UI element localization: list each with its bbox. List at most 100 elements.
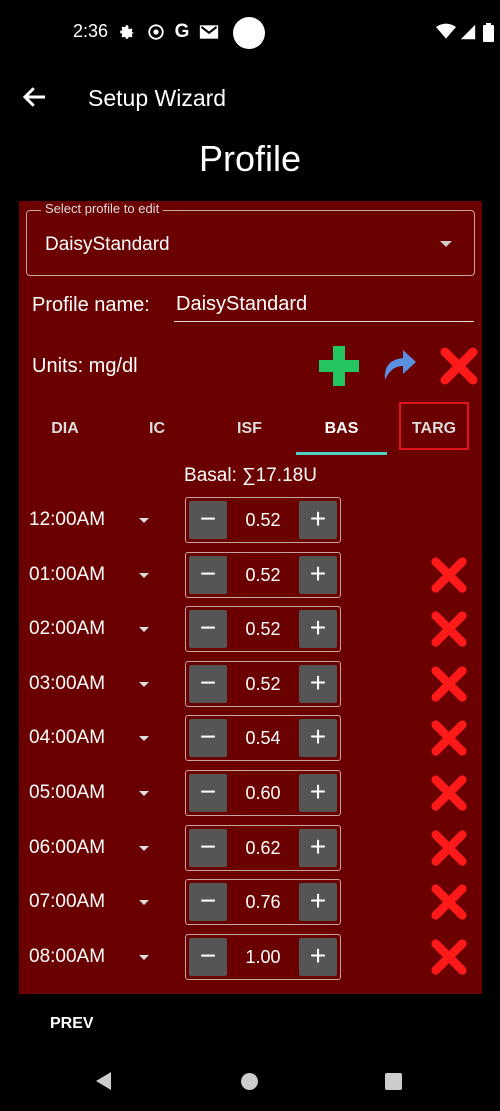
basal-time[interactable]: 07:00AM — [29, 891, 105, 913]
nav-recents-icon[interactable] — [385, 1073, 402, 1090]
nav-home-icon[interactable] — [241, 1073, 258, 1090]
basal-total: Basal: ∑17.18U — [184, 465, 317, 486]
gear-icon — [117, 22, 137, 42]
profile-select-value: DaisyStandard — [45, 234, 170, 255]
basal-row: 08:00AM −1.00 + — [19, 933, 482, 983]
time-dropdown-caret-icon[interactable] — [139, 954, 149, 960]
decrement-button[interactable]: − — [189, 937, 227, 976]
basal-row: 04:00AM −0.54 + — [19, 714, 482, 764]
active-tab-indicator — [296, 452, 387, 455]
profile-panel: Select profile to edit DaisyStandard Pro… — [19, 201, 482, 994]
delete-row-button[interactable] — [430, 774, 468, 812]
tab-isf[interactable]: ISF — [203, 403, 296, 455]
time-dropdown-caret-icon[interactable] — [139, 791, 149, 796]
delete-row-button[interactable] — [430, 665, 468, 703]
tab-dia[interactable]: DIA — [19, 403, 111, 455]
basal-value-stepper: −0.52 + — [185, 660, 341, 707]
page-title: Profile — [198, 138, 302, 179]
profile-name-value: DaisyStandard — [176, 293, 308, 315]
basal-value[interactable]: 0.52 — [230, 674, 296, 695]
basal-time[interactable]: 01:00AM — [29, 564, 105, 586]
increment-button[interactable]: + — [299, 501, 337, 539]
wifi-icon — [436, 22, 456, 42]
camera-cutout — [233, 17, 265, 49]
increment-button[interactable]: + — [299, 883, 337, 922]
basal-value[interactable]: 1.00 — [230, 947, 296, 968]
time-dropdown-caret-icon[interactable] — [139, 681, 149, 687]
basal-time[interactable]: 12:00AM — [29, 509, 105, 531]
basal-time[interactable]: 04:00AM — [29, 727, 105, 749]
basal-value[interactable]: 0.60 — [230, 783, 296, 804]
basal-row: 07:00AM −0.76 + — [19, 878, 482, 928]
increment-button[interactable]: + — [299, 828, 337, 867]
add-profile-button[interactable] — [317, 344, 361, 388]
time-dropdown-caret-icon[interactable] — [139, 845, 149, 851]
basal-value-stepper: −0.52 + — [185, 497, 341, 543]
profile-select[interactable]: Select profile to edit DaisyStandard — [26, 201, 475, 276]
basal-value-stepper: −1.00 + — [185, 933, 341, 980]
basal-row: 12:00AM −0.52 + — [19, 496, 482, 546]
basal-value-stepper: −0.52 + — [185, 551, 341, 598]
basal-time[interactable]: 06:00AM — [29, 837, 105, 859]
app-bar: Setup Wizard — [0, 70, 500, 126]
time-dropdown-caret-icon[interactable] — [139, 572, 149, 578]
prev-button[interactable]: PREV — [50, 1015, 94, 1033]
nav-back-icon[interactable] — [96, 1072, 111, 1090]
profile-name-input[interactable]: DaisyStandard — [174, 291, 474, 322]
decrement-button[interactable]: − — [189, 719, 227, 758]
signal-icon — [458, 22, 478, 42]
delete-row-button[interactable] — [430, 938, 468, 976]
delete-row-button[interactable] — [430, 610, 468, 648]
decrement-button[interactable]: − — [189, 664, 227, 703]
delete-profile-button[interactable] — [439, 346, 479, 386]
decrement-button[interactable]: − — [189, 610, 227, 649]
increment-button[interactable]: + — [299, 555, 337, 594]
basal-value[interactable]: 0.52 — [230, 565, 296, 586]
time-dropdown-caret-icon[interactable] — [139, 900, 149, 906]
delete-row-button[interactable] — [430, 556, 468, 594]
increment-button[interactable]: + — [299, 774, 337, 812]
basal-time[interactable]: 05:00AM — [29, 782, 105, 804]
basal-value-stepper: −0.76 + — [185, 879, 341, 926]
basal-row: 01:00AM −0.52 + — [19, 551, 482, 601]
decrement-button[interactable]: − — [189, 828, 227, 867]
delete-row-button[interactable] — [430, 719, 468, 757]
gmail-icon — [199, 22, 219, 42]
increment-button[interactable]: + — [299, 719, 337, 758]
basal-time[interactable]: 03:00AM — [29, 673, 105, 695]
basal-time[interactable]: 02:00AM — [29, 618, 105, 640]
delete-row-button[interactable] — [430, 829, 468, 867]
tab-bas[interactable]: BAS — [296, 403, 387, 455]
basal-value[interactable]: 0.76 — [230, 892, 296, 913]
highlight-box — [399, 402, 469, 450]
at-icon — [146, 22, 166, 42]
decrement-button[interactable]: − — [189, 555, 227, 594]
basal-row: 06:00AM −0.62 + — [19, 824, 482, 874]
profile-select-legend: Select profile to edit — [41, 201, 164, 216]
time-dropdown-caret-icon[interactable] — [139, 518, 149, 523]
app-bar-title: Setup Wizard — [88, 85, 227, 111]
decrement-button[interactable]: − — [189, 883, 227, 922]
increment-button[interactable]: + — [299, 937, 337, 976]
increment-button[interactable]: + — [299, 664, 337, 703]
basal-value[interactable]: 0.52 — [230, 619, 296, 640]
google-icon: G — [174, 21, 190, 42]
status-bar: 2:36 G — [0, 0, 500, 64]
battery-icon — [478, 22, 498, 42]
back-arrow-icon[interactable] — [20, 82, 50, 112]
basal-value-stepper: −0.54 + — [185, 715, 341, 762]
tab-ic[interactable]: IC — [111, 403, 203, 455]
basal-value[interactable]: 0.62 — [230, 838, 296, 859]
redo-button[interactable] — [379, 346, 419, 386]
units-label: Units: mg/dl — [32, 355, 138, 377]
basal-value[interactable]: 0.54 — [230, 728, 296, 749]
basal-value[interactable]: 0.52 — [230, 510, 296, 531]
time-dropdown-caret-icon[interactable] — [139, 627, 149, 633]
increment-button[interactable]: + — [299, 610, 337, 649]
decrement-button[interactable]: − — [189, 501, 227, 539]
delete-row-button[interactable] — [430, 883, 468, 921]
time-dropdown-caret-icon[interactable] — [139, 736, 149, 742]
basal-time[interactable]: 08:00AM — [29, 946, 105, 968]
basal-row: 03:00AM −0.52 + — [19, 660, 482, 710]
decrement-button[interactable]: − — [189, 774, 227, 812]
